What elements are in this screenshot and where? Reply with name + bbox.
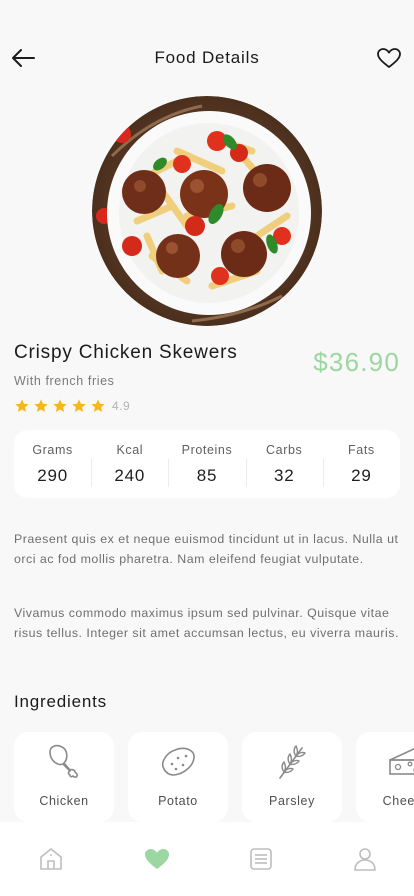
nutrition-item-carbs: Carbs 32 (245, 442, 323, 487)
rating-value: 4.9 (112, 399, 131, 413)
chicken-leg-icon (49, 744, 79, 778)
profile-icon (354, 848, 376, 871)
nutrition-item-proteins: Proteins 85 (168, 442, 245, 487)
nutrition-label: Grams (32, 442, 73, 457)
nutrition-value: 240 (114, 465, 146, 485)
ingredient-card-parsley[interactable]: Parsley (242, 732, 342, 822)
nav-profile[interactable] (352, 846, 378, 872)
nutrition-card: Grams 290 Kcal 240 Proteins 85 Carbs 32 Fats 29 (14, 430, 400, 498)
home-icon (40, 848, 62, 870)
ingredient-card-cheese[interactable]: Cheese (356, 732, 414, 822)
description-paragraph: Praesent quis ex et neque euismod tincid… (14, 532, 399, 566)
bottom-nav (0, 822, 414, 896)
star-icon (15, 399, 29, 412)
rating: 4.9 (14, 398, 294, 414)
dish-image (92, 96, 322, 326)
nutrition-label: Carbs (266, 442, 303, 457)
list-icon (250, 848, 272, 870)
ingredient-label: Potato (158, 794, 198, 808)
ingredient-label: Cheese (382, 794, 414, 808)
nav-favorites[interactable] (144, 846, 170, 872)
nutrition-label: Proteins (181, 442, 233, 457)
dish-name: Crispy Chicken Skewers (14, 342, 238, 363)
dish-info: Crispy Chicken Skewers With french fries… (14, 342, 294, 414)
star-icon (72, 399, 86, 412)
nav-home[interactable] (38, 846, 64, 872)
star-icon (91, 399, 105, 412)
ingredient-card-potato[interactable]: Potato (128, 732, 228, 822)
star-icon (53, 399, 67, 412)
heart-icon (145, 849, 169, 869)
nutrition-item-grams: Grams 290 (14, 443, 91, 486)
ingredient-label: Chicken (39, 794, 89, 808)
header: Food Details (0, 38, 414, 78)
nav-list[interactable] (248, 846, 274, 872)
nutrition-label: Fats (348, 442, 375, 457)
cheese-icon (389, 748, 414, 775)
dish-price: $36.90 (313, 347, 400, 377)
ingredient-card-chicken[interactable]: Chicken (14, 732, 114, 822)
page-title: Food Details (154, 48, 260, 67)
ingredients-title: Ingredients (14, 692, 107, 711)
potato-icon (161, 747, 195, 776)
nutrition-value: 32 (273, 465, 295, 485)
description-paragraph: Vivamus commodo maximus ipsum sed pulvin… (14, 606, 399, 640)
nutrition-label: Kcal (116, 442, 144, 457)
rating-stars (14, 398, 109, 414)
ingredients-list: Chicken Potato Parsley Chee (14, 732, 414, 822)
dish-subtitle: With french fries (14, 374, 115, 388)
parsley-icon (279, 744, 306, 779)
nutrition-value: 85 (196, 465, 218, 485)
heart-outline-icon (377, 48, 401, 68)
nutrition-value: 290 (37, 465, 68, 485)
nutrition-item-kcal: Kcal 240 (91, 442, 168, 487)
star-icon (34, 399, 48, 412)
nutrition-item-fats: Fats 29 (322, 442, 400, 487)
nutrition-value: 29 (351, 465, 372, 485)
ingredient-label: Parsley (269, 794, 315, 808)
favorite-button[interactable] (376, 46, 402, 70)
